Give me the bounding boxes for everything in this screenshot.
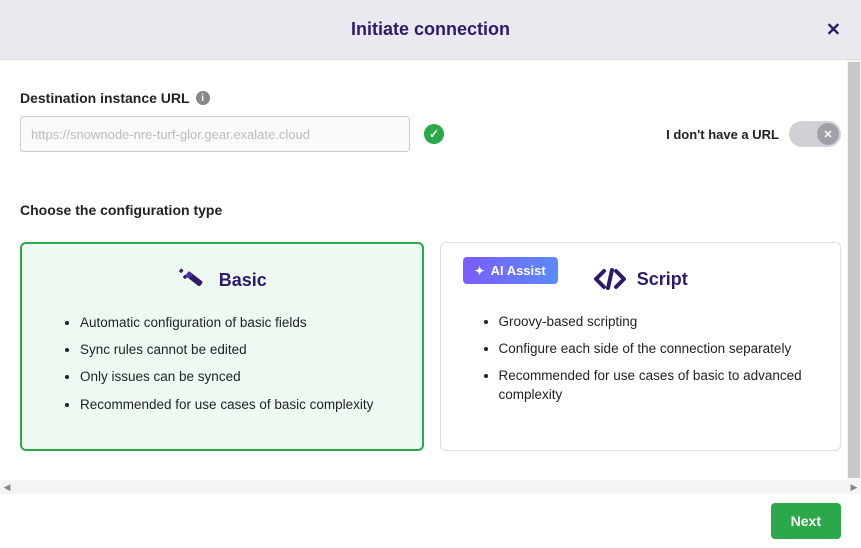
- scroll-right-icon[interactable]: ▶: [847, 480, 861, 494]
- list-item: Recommended for use cases of basic to ad…: [499, 367, 819, 403]
- list-item: Configure each side of the connection se…: [499, 340, 819, 358]
- code-icon: [593, 268, 627, 290]
- basic-feature-list: Automatic configuration of basic fields …: [44, 314, 400, 414]
- wand-icon: [177, 267, 209, 293]
- list-item: Sync rules cannot be edited: [80, 341, 400, 359]
- horizontal-scrollbar[interactable]: ◀ ▶: [0, 480, 861, 494]
- config-type-label: Choose the configuration type: [20, 202, 841, 218]
- basic-title: Basic: [219, 270, 267, 291]
- ai-assist-badge[interactable]: ✦ AI Assist: [463, 257, 558, 284]
- config-card-basic[interactable]: Basic Automatic configuration of basic f…: [20, 242, 424, 451]
- url-row: ✓ I don't have a URL ✕: [20, 116, 841, 152]
- script-card-header: ✦ AI Assist Script: [463, 261, 819, 297]
- url-input[interactable]: [20, 116, 410, 152]
- config-cards: Basic Automatic configuration of basic f…: [20, 242, 841, 451]
- basic-card-header: Basic: [44, 262, 400, 298]
- scroll-left-icon[interactable]: ◀: [0, 480, 14, 494]
- url-label-row: Destination instance URL i: [20, 90, 841, 106]
- config-card-script[interactable]: ✦ AI Assist Script Groovy-based scriptin…: [440, 242, 842, 451]
- close-button[interactable]: ✕: [826, 19, 841, 40]
- toggle-knob-off-icon: ✕: [817, 123, 839, 145]
- vertical-scrollbar[interactable]: [847, 60, 861, 480]
- next-button[interactable]: Next: [771, 503, 841, 539]
- list-item: Groovy-based scripting: [499, 313, 819, 331]
- no-url-wrap: I don't have a URL ✕: [666, 121, 841, 147]
- no-url-label: I don't have a URL: [666, 127, 779, 142]
- ai-assist-label: AI Assist: [491, 263, 546, 278]
- list-item: Automatic configuration of basic fields: [80, 314, 400, 332]
- vertical-scrollbar-thumb[interactable]: [848, 62, 860, 478]
- dialog-content: Destination instance URL i ✓ I don't hav…: [0, 60, 861, 480]
- dialog-footer: Next: [0, 494, 861, 548]
- sparkle-icon: ✦: [475, 264, 485, 278]
- url-label: Destination instance URL: [20, 90, 190, 106]
- script-feature-list: Groovy-based scripting Configure each si…: [463, 313, 819, 404]
- list-item: Only issues can be synced: [80, 368, 400, 386]
- dialog-title: Initiate connection: [351, 19, 510, 40]
- list-item: Recommended for use cases of basic compl…: [80, 396, 400, 414]
- info-icon[interactable]: i: [196, 91, 210, 105]
- no-url-toggle[interactable]: ✕: [789, 121, 841, 147]
- dialog-header: Initiate connection ✕: [0, 0, 861, 60]
- script-title: Script: [637, 269, 688, 290]
- checkmark-icon: ✓: [424, 124, 444, 144]
